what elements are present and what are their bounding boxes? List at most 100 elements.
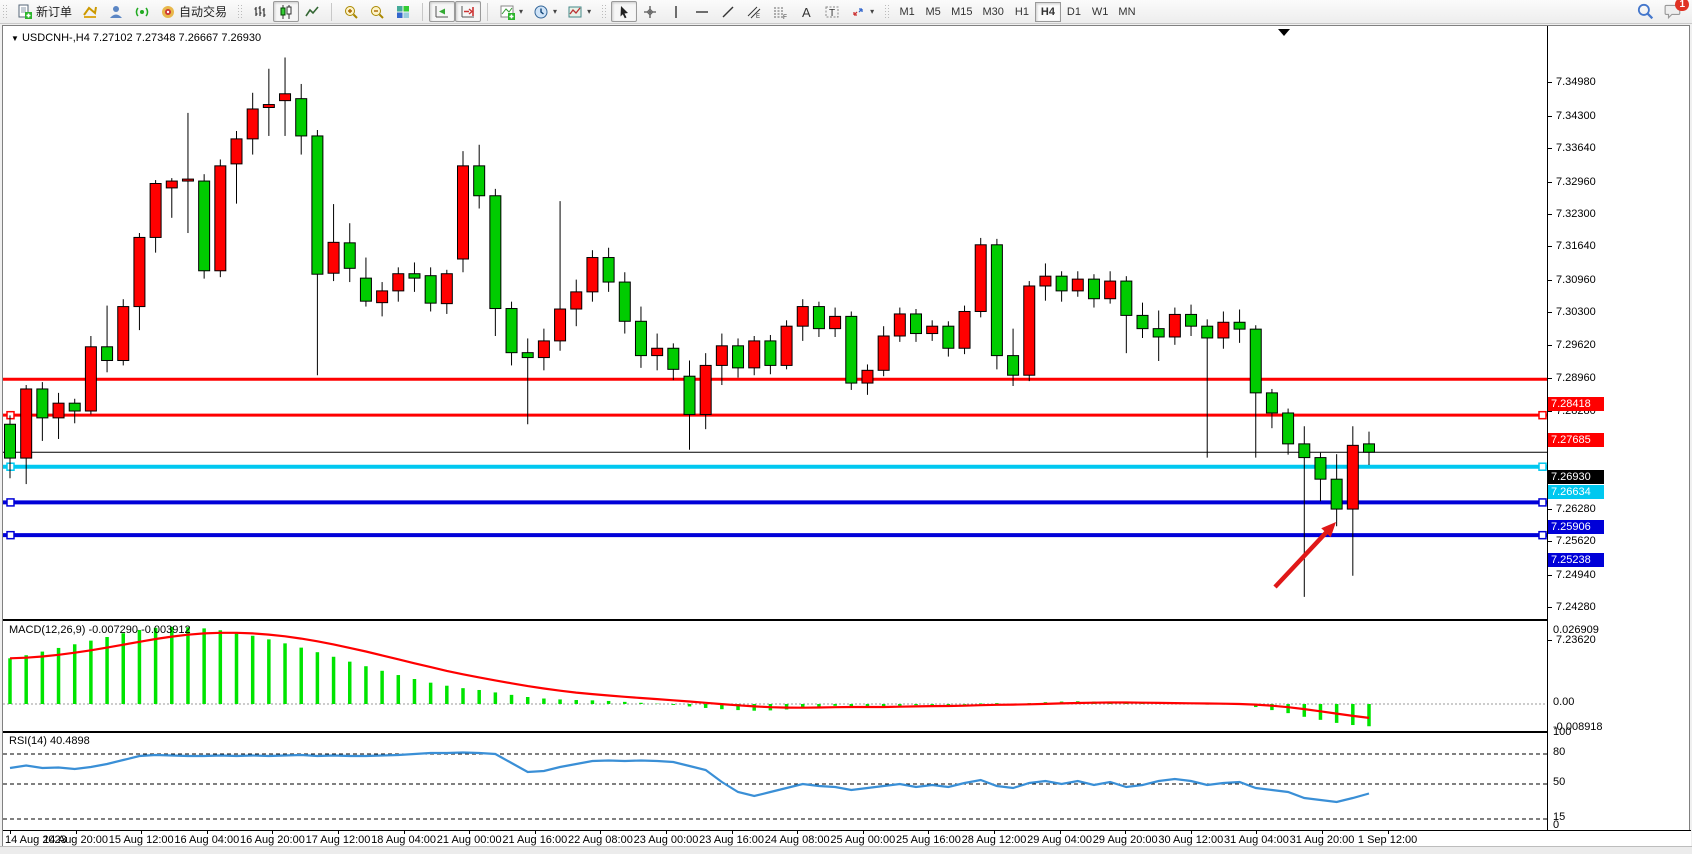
toolbar-btn-alerts-icon[interactable]: 1	[1664, 2, 1682, 23]
toolbar-btn-signal-icon[interactable]	[129, 1, 155, 22]
hline-icon	[694, 4, 710, 20]
arrow-annotation[interactable]	[1275, 529, 1329, 587]
time-axis-label: 25 Aug 16:00	[896, 834, 961, 846]
candle-bullish	[150, 183, 161, 237]
toolbar-btn-template-icon[interactable]: ▾	[562, 1, 596, 22]
candle-bearish	[1315, 458, 1326, 480]
candle-bearish	[846, 316, 857, 383]
timeframe-M30[interactable]: M30	[978, 2, 1009, 22]
toolbar-btn-chart-window-icon[interactable]	[77, 1, 103, 22]
toolbar-btn-cursor-icon[interactable]	[611, 1, 637, 22]
toolbar-btn-text-icon[interactable]: A	[793, 1, 819, 22]
candle-bullish	[328, 242, 339, 273]
price-line-label-7.25238[interactable]: 7.25238	[1548, 553, 1604, 567]
timeframe-MN[interactable]: MN	[1113, 2, 1140, 22]
time-axis-label: 30 Aug 12:00	[1158, 834, 1223, 846]
toolbar-btn-periods-icon[interactable]: ▾	[528, 1, 562, 22]
hline-handle[interactable]	[7, 499, 14, 506]
toolbar-btn-tile-windows-icon[interactable]	[390, 1, 416, 22]
toolbar-grip[interactable]	[884, 4, 889, 20]
time-axis-label: 29 Aug 20:00	[1093, 834, 1158, 846]
timeframe-D1[interactable]: D1	[1061, 2, 1087, 22]
signal-icon	[134, 4, 150, 20]
main-toolbar: 新订单自动交易 ▾▾▾ EFAT▾ M1M5M15M30H1H4D1W1MN 1	[0, 0, 1692, 24]
toolbar-btn-search-icon[interactable]	[1636, 2, 1654, 23]
candle-bearish	[1121, 281, 1132, 315]
candle-bearish	[991, 245, 1002, 356]
candle-bearish	[943, 326, 954, 348]
time-axis-label: 1 Sep 12:00	[1358, 834, 1417, 846]
toolbar-btn-自动交易[interactable]: 自动交易	[155, 1, 232, 22]
candle-bearish	[1299, 444, 1310, 458]
hline-handle[interactable]	[1539, 412, 1546, 419]
hline-handle[interactable]	[1539, 499, 1546, 506]
toolbar-btn-candles-icon[interactable]	[273, 1, 299, 22]
timeframe-H4[interactable]: H4	[1035, 2, 1061, 22]
price-line-label-7.27685[interactable]: 7.27685	[1548, 433, 1604, 447]
candle-bearish	[344, 243, 355, 268]
toolbar-btn-indicators-icon[interactable]: ▾	[494, 1, 528, 22]
hline-handle[interactable]	[1539, 463, 1546, 470]
toolbar-btn-zoom-in-icon[interactable]	[338, 1, 364, 22]
time-axis: 14 Aug 202314 Aug 20:0015 Aug 12:0016 Au…	[3, 830, 1691, 847]
y-axis-label: 7.32960	[1556, 176, 1596, 188]
price-chart-canvas[interactable]	[3, 27, 1547, 617]
y-axis-label: 7.24280	[1556, 601, 1596, 613]
timeframe-M15[interactable]: M15	[946, 2, 977, 22]
candle-bullish	[441, 274, 452, 304]
timeframe-M1[interactable]: M1	[894, 2, 920, 22]
price-line-label-7.28418[interactable]: 7.28418	[1548, 397, 1604, 411]
candle-bullish	[1169, 314, 1180, 337]
chart-shift-icon	[460, 4, 476, 20]
hline-handle[interactable]	[7, 532, 14, 539]
y-axis-label: 7.26280	[1556, 503, 1596, 515]
toolbar-grip[interactable]	[601, 4, 606, 20]
y-axis-label: 7.28960	[1556, 372, 1596, 384]
toolbar-btn-channel-icon[interactable]: E	[741, 1, 767, 22]
toolbar-btn-arrows-tool-icon[interactable]: ▾	[845, 1, 879, 22]
toolbar-grip[interactable]	[237, 4, 242, 20]
rsi-panel-canvas[interactable]	[3, 731, 1547, 830]
time-axis-label: 15 Aug 12:00	[109, 834, 174, 846]
autoscroll-icon	[434, 4, 450, 20]
svg-text:F: F	[783, 14, 787, 20]
channel-icon: E	[746, 4, 762, 20]
price-line-label-7.25906[interactable]: 7.25906	[1548, 520, 1604, 534]
toolbar-btn-bars-icon[interactable]	[247, 1, 273, 22]
toolbar-btn-hline-icon[interactable]	[689, 1, 715, 22]
chart-shift-marker-icon[interactable]	[1278, 29, 1290, 36]
toolbar-btn-新订单[interactable]: 新订单	[12, 1, 77, 22]
y-axis-tick	[1548, 378, 1552, 379]
toolbar-btn-profile-icon[interactable]	[103, 1, 129, 22]
candle-bearish	[296, 99, 307, 136]
toolbar-grip[interactable]	[2, 4, 7, 20]
toolbar-btn-linechart-icon[interactable]	[299, 1, 325, 22]
macd-panel-canvas[interactable]	[3, 619, 1547, 729]
price-line-label-7.26930[interactable]: 7.26930	[1548, 470, 1604, 484]
candle-bullish	[166, 181, 177, 188]
timeframe-M5[interactable]: M5	[920, 2, 946, 22]
candle-bullish	[1024, 286, 1035, 375]
crosshair-icon	[642, 4, 658, 20]
y-axis-label: 7.32300	[1556, 208, 1596, 220]
toolbar-btn-trendline-icon[interactable]	[715, 1, 741, 22]
price-line-label-7.26634[interactable]: 7.26634	[1548, 485, 1604, 499]
toolbar-btn-fibo-icon[interactable]: F	[767, 1, 793, 22]
symbol-dropdown-icon[interactable]: ▼	[11, 34, 19, 43]
candle-bearish	[522, 353, 533, 358]
timeframe-W1[interactable]: W1	[1087, 2, 1114, 22]
toolbar-btn-autoscroll-icon[interactable]	[429, 1, 455, 22]
timeframe-H1[interactable]: H1	[1009, 2, 1035, 22]
toolbar-btn-chart-shift-icon[interactable]	[455, 1, 481, 22]
candle-bullish	[797, 307, 808, 327]
toolbar-btn-zoom-out-icon[interactable]	[364, 1, 390, 22]
toolbar-btn-label-icon[interactable]: T	[819, 1, 845, 22]
candle-bearish	[69, 403, 80, 411]
candle-bullish	[652, 348, 663, 355]
macd-indicator-label: MACD(12,26,9) -0.007290 -0.003912	[9, 624, 191, 636]
toolbar-btn-crosshair-icon[interactable]	[637, 1, 663, 22]
hline-handle[interactable]	[1539, 532, 1546, 539]
toolbar-btn-vline-icon[interactable]	[663, 1, 689, 22]
svg-text:T: T	[829, 8, 835, 19]
new-order-icon	[17, 4, 33, 20]
